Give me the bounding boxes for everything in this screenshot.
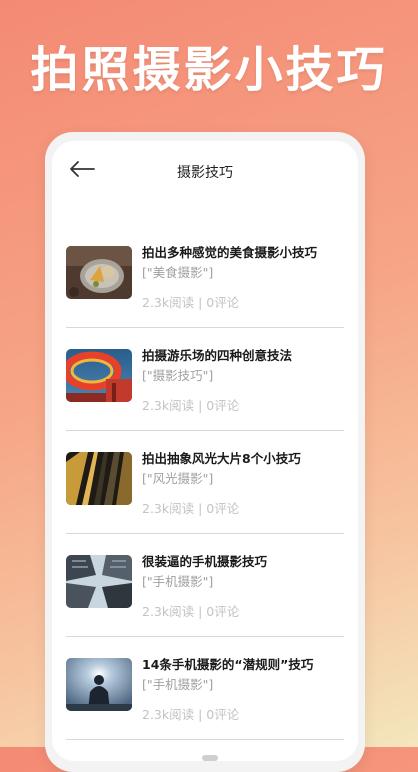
article-item[interactable]: 拍摄游乐场的四种创意技法 ["摄影技巧"] 2.3k阅读 | 0评论 (66, 328, 344, 431)
top-bar: 摄影技巧 (52, 141, 358, 201)
skyscrapers-upward-photo-thumbnail (66, 555, 132, 608)
article-item[interactable]: 14条手机摄影的“潜规则”技巧 ["手机摄影"] 2.3k阅读 | 0评论 (66, 637, 344, 740)
backlit-silhouette-photo-thumbnail (66, 658, 132, 711)
article-stats: 2.3k阅读 | 0评论 (142, 295, 240, 310)
article-stats: 2.3k阅读 | 0评论 (142, 707, 240, 722)
amusement-ride-photo-thumbnail (66, 349, 132, 402)
article-title: 拍出多种感觉的美食摄影小技巧 (142, 245, 318, 260)
abstract-architecture-photo-thumbnail (66, 452, 132, 505)
article-tag: ["美食摄影"] (142, 265, 214, 280)
article-stats: 2.3k阅读 | 0评论 (142, 398, 240, 413)
article-item[interactable]: 很装逼的手机摄影技巧 ["手机摄影"] 2.3k阅读 | 0评论 (66, 534, 344, 637)
article-tag: ["摄影技巧"] (142, 368, 214, 383)
article-title: 14条手机摄影的“潜规则”技巧 (142, 657, 314, 672)
article-stats: 2.3k阅读 | 0评论 (142, 501, 240, 516)
article-title: 拍出抽象风光大片8个小技巧 (142, 451, 301, 466)
article-title: 很装逼的手机摄影技巧 (142, 554, 268, 569)
article-tag: ["手机摄影"] (142, 574, 214, 589)
article-list: 拍出多种感觉的美食摄影小技巧 ["美食摄影"] 2.3k阅读 | 0评论 拍摄游… (66, 225, 344, 740)
home-indicator (202, 755, 218, 761)
article-item[interactable]: 拍出多种感觉的美食摄影小技巧 ["美食摄影"] 2.3k阅读 | 0评论 (66, 225, 344, 328)
article-stats: 2.3k阅读 | 0评论 (142, 604, 240, 619)
article-item[interactable]: 拍出抽象风光大片8个小技巧 ["风光摄影"] 2.3k阅读 | 0评论 (66, 431, 344, 534)
article-tag: ["手机摄影"] (142, 677, 214, 692)
article-title: 拍摄游乐场的四种创意技法 (142, 348, 293, 363)
promo-banner-title: 拍照摄影小技巧 (30, 42, 388, 98)
article-tag: ["风光摄影"] (142, 471, 214, 486)
page-title: 摄影技巧 (177, 165, 233, 181)
food-photo-thumbnail (66, 246, 132, 299)
app-screen: 摄影技巧 拍出多种感觉的美食摄影小技巧 ["美食摄影"] 2.3k阅读 | 0评… (52, 141, 358, 761)
phone-frame: 摄影技巧 拍出多种感觉的美食摄影小技巧 ["美食摄影"] 2.3k阅读 | 0评… (45, 132, 365, 772)
